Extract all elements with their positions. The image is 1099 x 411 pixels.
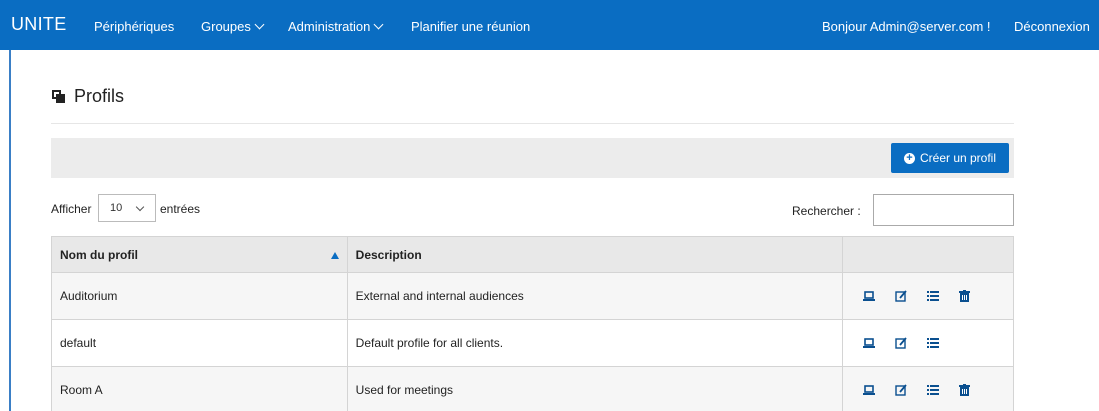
- column-header-description[interactable]: Description: [346, 236, 844, 273]
- nav-peripheriques[interactable]: Périphériques: [94, 19, 174, 34]
- chevron-down-icon: [254, 19, 265, 30]
- top-navbar: UNITE Périphériques Groupes Administrati…: [0, 0, 1099, 50]
- list-icon[interactable]: [920, 382, 945, 398]
- nav-groupes-label: Groupes: [201, 19, 251, 34]
- divider: [51, 123, 1014, 124]
- actions-cell: [842, 272, 1014, 320]
- brand-logo[interactable]: UNITE: [11, 14, 67, 35]
- chevron-down-icon: [135, 202, 145, 212]
- profiles-table: Nom du profil Description Auditorium Exte…: [51, 236, 1014, 411]
- profile-description-cell: Default profile for all clients.: [346, 319, 844, 367]
- page-size-select[interactable]: 10: [98, 194, 156, 222]
- logout-link[interactable]: Déconnexion: [1014, 19, 1090, 34]
- row-actions: [843, 335, 1013, 351]
- trash-icon[interactable]: [952, 382, 977, 398]
- chevron-down-icon: [373, 19, 384, 30]
- plus-circle-icon: +: [903, 152, 915, 164]
- page-size-value: 10: [110, 202, 123, 214]
- column-header-name[interactable]: Nom du profil: [51, 236, 348, 273]
- nav-administration[interactable]: Administration: [288, 19, 384, 34]
- search-input[interactable]: [873, 194, 1014, 226]
- row-actions: [843, 382, 1013, 398]
- nav-peripheriques-label: Périphériques: [94, 19, 175, 34]
- profile-description-cell: External and internal audiences: [346, 272, 844, 320]
- show-label: Afficher: [51, 202, 92, 216]
- page-title-text: Profils: [74, 86, 125, 106]
- search-label: Rechercher :: [792, 204, 861, 218]
- page-title: Profils: [52, 86, 124, 107]
- edit-icon[interactable]: [888, 382, 913, 398]
- list-icon[interactable]: [920, 288, 945, 304]
- clone-icon: [52, 89, 66, 104]
- column-header-actions: [842, 236, 1014, 273]
- profile-name-cell: default: [51, 319, 348, 367]
- toolbar: + Créer un profil: [51, 138, 1014, 178]
- edit-icon[interactable]: [888, 335, 913, 351]
- actions-cell: [842, 366, 1014, 411]
- nav-planifier-reunion-label: Planifier une réunion: [411, 19, 531, 34]
- edit-icon[interactable]: [888, 288, 913, 304]
- profile-name-cell: Room A: [51, 366, 348, 411]
- sort-ascending-icon: [330, 251, 339, 259]
- devices-icon[interactable]: [856, 335, 881, 351]
- user-greeting: Bonjour Admin@server.com !: [822, 19, 991, 34]
- nav-planifier-reunion[interactable]: Planifier une réunion: [411, 19, 530, 34]
- actions-cell: [842, 319, 1014, 367]
- list-icon[interactable]: [920, 335, 945, 351]
- column-header-description-label: Description: [355, 247, 422, 262]
- nav-groupes[interactable]: Groupes: [201, 19, 265, 34]
- create-profile-label: Créer un profil: [919, 151, 997, 165]
- trash-icon[interactable]: [952, 288, 977, 304]
- table-row[interactable]: Room A Used for meetings: [51, 366, 1014, 411]
- column-header-name-label: Nom du profil: [60, 247, 138, 262]
- create-profile-button[interactable]: + Créer un profil: [891, 143, 1009, 173]
- devices-icon[interactable]: [856, 382, 881, 398]
- profile-description-cell: Used for meetings: [346, 366, 844, 411]
- nav-administration-label: Administration: [288, 19, 371, 34]
- row-actions: [843, 288, 1013, 304]
- devices-icon[interactable]: [856, 288, 881, 304]
- entries-label: entrées: [160, 202, 201, 216]
- table-row[interactable]: Auditorium External and internal audience…: [51, 272, 1014, 320]
- table-row[interactable]: default Default profile for all clients.: [51, 319, 1014, 367]
- profile-name-cell: Auditorium: [51, 272, 348, 320]
- left-border: [9, 50, 11, 411]
- table-header-row: Nom du profil Description: [51, 236, 1014, 273]
